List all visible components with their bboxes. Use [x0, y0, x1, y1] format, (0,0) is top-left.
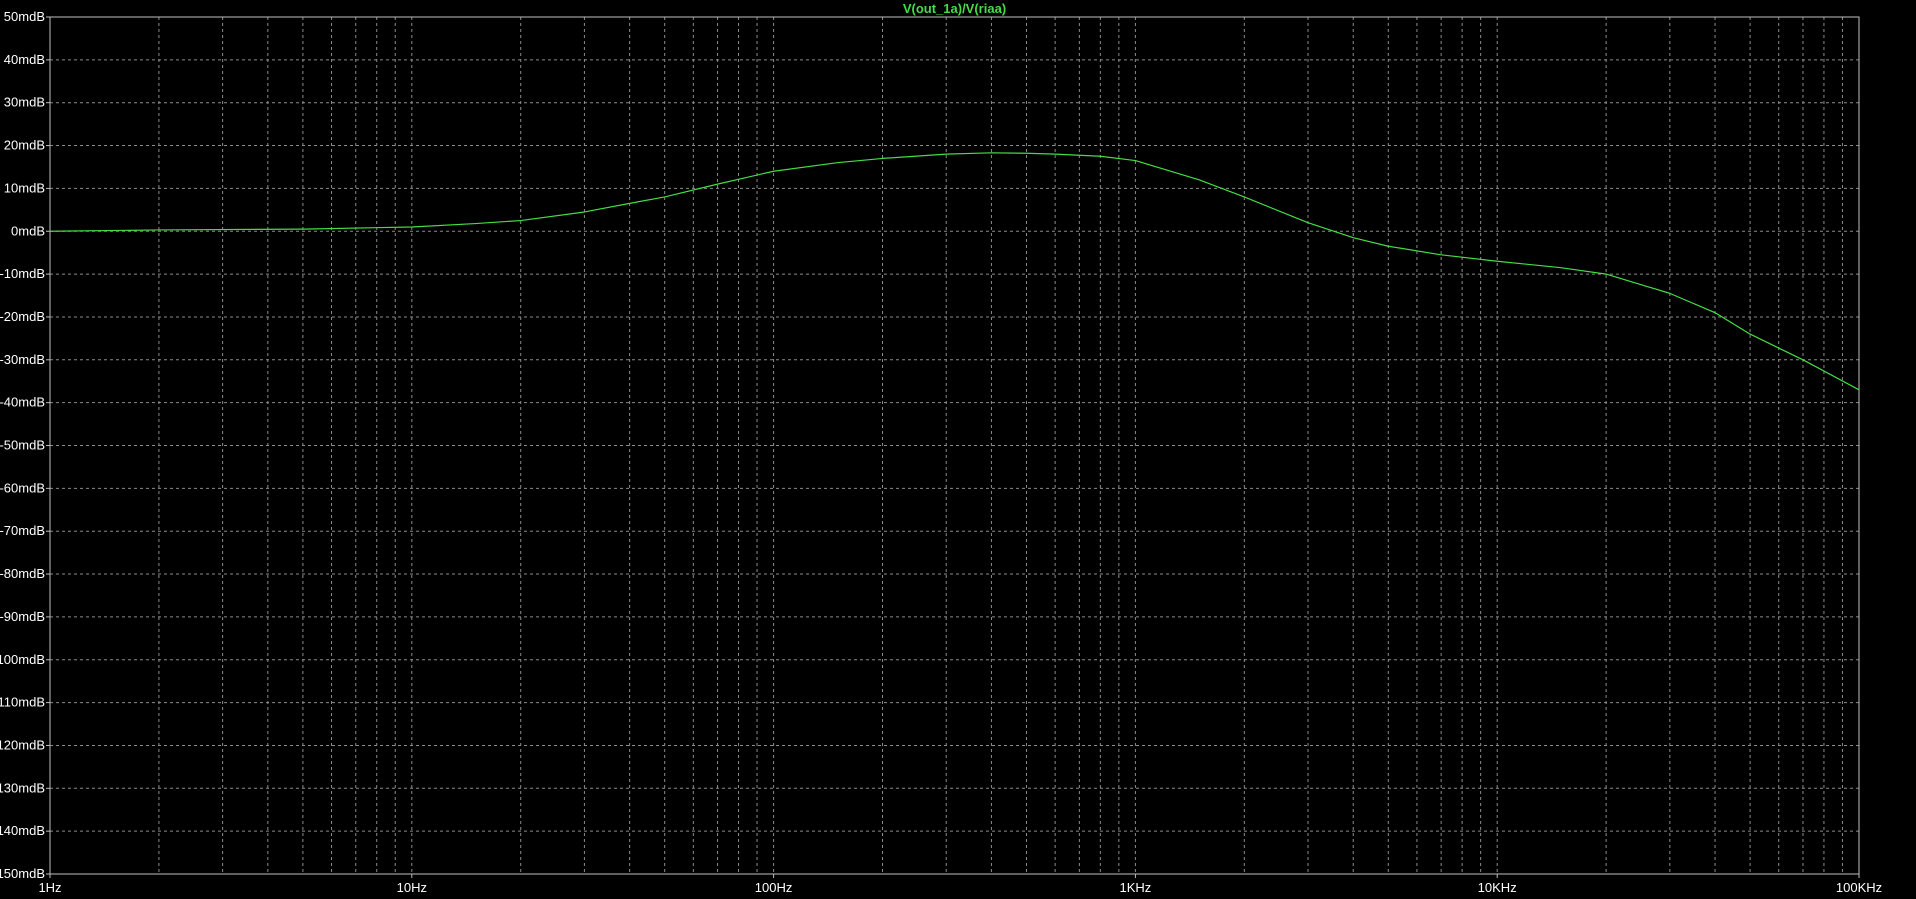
- x-tick-label: 100Hz: [755, 880, 793, 895]
- y-tick-label: -90mdB: [0, 609, 45, 624]
- y-tick-label: 0mdB: [11, 223, 45, 238]
- y-tick-label: 40mdB: [4, 52, 45, 67]
- y-tick-label: -120mdB: [0, 737, 45, 752]
- y-tick-label: -60mdB: [0, 480, 45, 495]
- x-tick-label: 100KHz: [1836, 880, 1882, 895]
- y-tick-label: 20mdB: [4, 138, 45, 153]
- y-tick-label: 30mdB: [4, 95, 45, 110]
- y-tick-label: -70mdB: [0, 523, 45, 538]
- y-tick-label: -40mdB: [0, 395, 45, 410]
- y-tick-label: -100mdB: [0, 652, 45, 667]
- y-tick-label: 10mdB: [4, 180, 45, 195]
- x-tick-label: 10KHz: [1478, 880, 1517, 895]
- y-tick-label: 50mdB: [4, 9, 45, 24]
- y-tick-label: -150mdB: [0, 866, 45, 881]
- y-tick-labels: 50mdB 40mdB 30mdB 20mdB 10mdB 0mdB -10mdB -20md…: [0, 9, 50, 881]
- y-tick-label: -20mdB: [0, 309, 45, 324]
- bode-plot: 50mdB 40mdB 30mdB 20mdB 10mdB 0mdB -10mdB -20md…: [0, 0, 1916, 899]
- x-tick-label: 10Hz: [397, 880, 427, 895]
- y-tick-label: -50mdB: [0, 438, 45, 453]
- x-tick-label: 1KHz: [1120, 880, 1152, 895]
- chart-title: V(out_1a)/V(riaa): [903, 1, 1006, 16]
- y-tick-label: -30mdB: [0, 352, 45, 367]
- x-tick-label: 1Hz: [38, 880, 61, 895]
- y-tick-label: -140mdB: [0, 823, 45, 838]
- y-tick-label: -110mdB: [0, 695, 45, 710]
- y-tick-label: -130mdB: [0, 780, 45, 795]
- y-tick-label: -10mdB: [0, 266, 45, 281]
- y-tick-label: -80mdB: [0, 566, 45, 581]
- plot-background: [0, 0, 1916, 899]
